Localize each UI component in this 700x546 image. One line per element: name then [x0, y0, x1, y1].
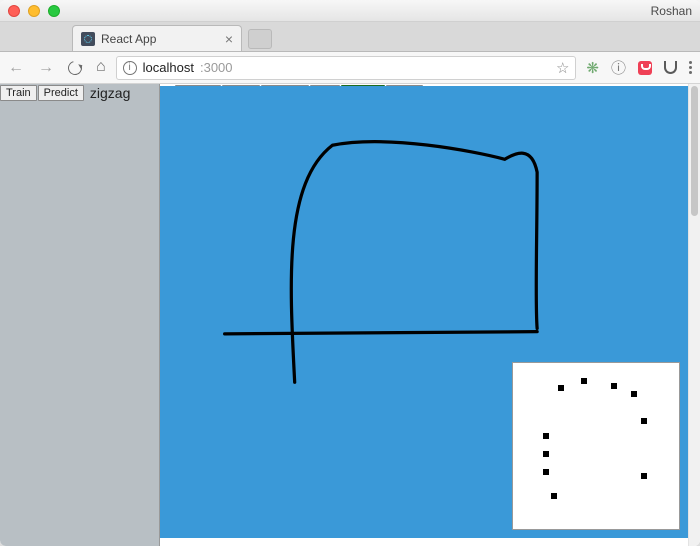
fullscreen-window-button[interactable] — [48, 5, 60, 17]
forward-button[interactable]: → — [38, 60, 54, 76]
predict-button[interactable]: Predict — [38, 85, 84, 101]
scrollbar-thumb[interactable] — [691, 86, 698, 216]
pocket-icon[interactable] — [638, 61, 652, 75]
nav-buttons: ← → ⌂ — [8, 59, 106, 77]
tab-strip: React App × — [0, 22, 700, 52]
back-button[interactable]: ← — [8, 60, 24, 76]
new-tab-button[interactable] — [248, 29, 272, 49]
window-titlebar: Roshan — [0, 0, 700, 22]
chrome-menu-button[interactable] — [689, 61, 692, 74]
evernote-icon[interactable]: ❋ — [586, 59, 599, 77]
home-button[interactable]: ⌂ — [96, 58, 106, 76]
sidebar — [0, 84, 160, 546]
prediction-result: zigzag — [87, 85, 133, 101]
reload-button[interactable] — [65, 58, 84, 77]
browser-window: Roshan React App × ← → ⌂ i localhost :300… — [0, 0, 700, 546]
traffic-lights — [8, 5, 60, 17]
thumbnail-preview — [512, 362, 680, 530]
address-bar[interactable]: i localhost :3000 ☆ — [116, 56, 577, 80]
close-tab-icon[interactable]: × — [225, 31, 233, 47]
page-scrollbar[interactable] — [688, 84, 700, 546]
react-favicon-icon — [81, 32, 95, 46]
minimize-window-button[interactable] — [28, 5, 40, 17]
tab-title: React App — [101, 32, 156, 46]
page-content: Train Predict zigzag squarecircletriangl… — [0, 84, 700, 546]
url-path: :3000 — [200, 60, 233, 75]
close-window-button[interactable] — [8, 5, 20, 17]
url-host: localhost — [143, 60, 194, 75]
tab-react-app[interactable]: React App × — [72, 25, 242, 51]
profile-name: Roshan — [651, 4, 692, 18]
site-info-icon[interactable]: i — [123, 61, 137, 75]
train-button[interactable]: Train — [0, 85, 37, 101]
drawing-canvas[interactable] — [160, 86, 688, 538]
bookmark-star-icon[interactable]: ☆ — [556, 59, 569, 77]
browser-toolbar: ← → ⌂ i localhost :3000 ☆ ❋ ⓘ — [0, 52, 700, 84]
info-extension-icon[interactable]: ⓘ — [611, 57, 626, 78]
pocket2-icon[interactable] — [664, 61, 677, 74]
extension-icons: ❋ ⓘ — [586, 57, 692, 78]
